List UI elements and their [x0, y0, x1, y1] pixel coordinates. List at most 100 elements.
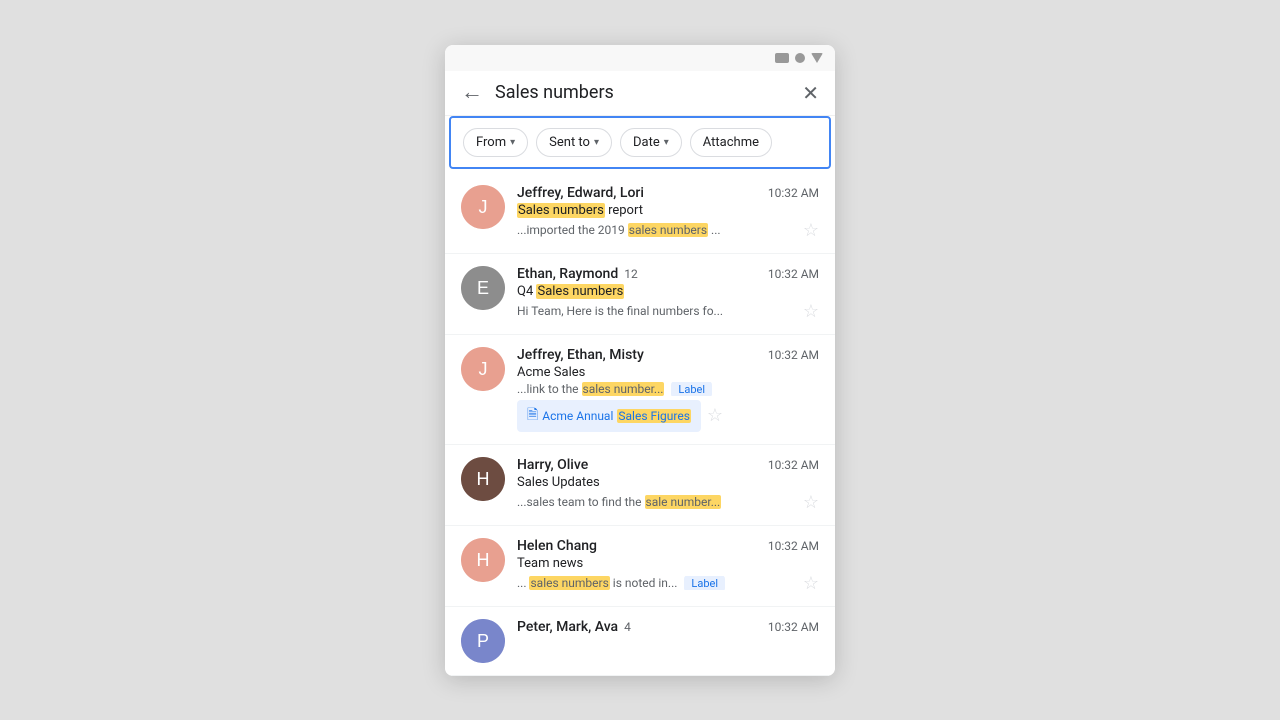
preview-text: ...link to the	[517, 382, 582, 396]
email-preview: ...link to the sales number... Label	[517, 382, 819, 396]
filter-sent-to-label: Sent to	[549, 135, 590, 150]
svg-text:E: E	[477, 278, 489, 298]
document-icon: 🗎	[527, 404, 538, 428]
email-header: Jeffrey, Ethan, Misty 10:32 AM	[517, 347, 819, 363]
email-content: Harry, Olive 10:32 AM Sales Updates ...s…	[517, 457, 819, 513]
sender-row: Jeffrey, Edward, Lori	[517, 185, 644, 201]
preview-text: ...imported the 2019	[517, 223, 628, 237]
email-preview-row: ...imported the 2019 sales numbers ... ☆	[517, 220, 819, 241]
email-content: Peter, Mark, Ava 4 10:32 AM	[517, 619, 819, 637]
status-icon-rect	[775, 53, 789, 63]
filter-bar: From ▾ Sent to ▾ Date ▾ Attachme	[449, 116, 831, 169]
email-actions: 🗎 Acme Annual Sales Figures ☆	[517, 400, 819, 432]
sender-name: Peter, Mark, Ava	[517, 619, 618, 635]
avatar: P	[461, 619, 505, 663]
email-preview-row: Hi Team, Here is the final numbers fo...…	[517, 301, 819, 322]
email-subject: Team news	[517, 556, 819, 571]
attachment-chip[interactable]: 🗎 Acme Annual Sales Figures	[517, 400, 701, 432]
sender-name: Ethan, Raymond	[517, 266, 618, 282]
svg-text:H: H	[477, 550, 490, 570]
sender-name: Harry, Olive	[517, 457, 588, 473]
svg-text:J: J	[479, 359, 488, 379]
email-time: 10:32 AM	[768, 539, 819, 553]
email-time: 10:32 AM	[768, 186, 819, 200]
back-button[interactable]: ←	[461, 82, 483, 104]
search-query: Sales numbers	[495, 82, 790, 103]
preview-rest: is noted in...	[613, 576, 678, 590]
star-button[interactable]: ☆	[707, 405, 723, 426]
preview-highlight: sales numbers	[529, 576, 609, 590]
email-content: Ethan, Raymond 12 10:32 AM Q4 Sales numb…	[517, 266, 819, 322]
email-subject: Q4 Sales numbers	[517, 284, 819, 299]
message-count: 12	[624, 267, 638, 281]
subject-highlight: Sales numbers	[517, 203, 605, 218]
sender-row: Peter, Mark, Ava 4	[517, 619, 631, 635]
email-time: 10:32 AM	[768, 620, 819, 634]
search-bar: ← Sales numbers ✕	[445, 71, 835, 116]
email-item[interactable]: P Peter, Mark, Ava 4 10:32 AM	[445, 607, 835, 676]
sender-name: Jeffrey, Edward, Lori	[517, 185, 644, 201]
preview-text: ...sales team to find the	[517, 495, 645, 509]
svg-text:J: J	[479, 197, 488, 217]
email-item[interactable]: E Ethan, Raymond 12 10:32 AM Q4 Sales nu…	[445, 254, 835, 335]
preview-highlight: sales numbers	[628, 223, 708, 237]
email-header: Helen Chang 10:32 AM	[517, 538, 819, 554]
email-content: Jeffrey, Ethan, Misty 10:32 AM Acme Sale…	[517, 347, 819, 432]
preview-text: Hi Team, Here is the final numbers fo...	[517, 304, 723, 318]
sender-row: Harry, Olive	[517, 457, 588, 473]
email-content: Jeffrey, Edward, Lori 10:32 AM Sales num…	[517, 185, 819, 241]
sender-row: Ethan, Raymond 12	[517, 266, 638, 282]
svg-text:H: H	[477, 469, 490, 489]
email-preview: ...sales team to find the sale number...	[517, 495, 721, 509]
message-count: 4	[624, 620, 631, 634]
preview-highlight: sales number...	[582, 382, 665, 396]
chevron-down-icon: ▾	[510, 137, 515, 148]
filter-date[interactable]: Date ▾	[620, 128, 682, 157]
filter-date-label: Date	[633, 135, 660, 150]
status-icon-circle	[795, 53, 805, 63]
sender-row: Jeffrey, Ethan, Misty	[517, 347, 644, 363]
star-button[interactable]: ☆	[803, 492, 819, 513]
subject-text: Sales Updates	[517, 475, 600, 490]
status-bar	[445, 45, 835, 71]
sender-row: Helen Chang	[517, 538, 597, 554]
clear-search-button[interactable]: ✕	[802, 81, 819, 105]
attachment-highlight: Sales Figures	[617, 409, 691, 423]
email-preview: ... sales numbers is noted in... Label	[517, 576, 725, 590]
preview-rest: ...	[711, 223, 721, 237]
filter-attachments[interactable]: Attachme	[690, 128, 772, 157]
email-item[interactable]: J Jeffrey, Ethan, Misty 10:32 AM Acme Sa…	[445, 335, 835, 445]
subject-text: Team news	[517, 556, 583, 571]
email-item[interactable]: J Jeffrey, Edward, Lori 10:32 AM Sales n…	[445, 173, 835, 254]
avatar: H	[461, 538, 505, 582]
email-time: 10:32 AM	[768, 458, 819, 472]
subject-highlight: Sales numbers	[536, 284, 624, 299]
sender-name: Helen Chang	[517, 538, 597, 554]
subject-text: Acme Sales	[517, 365, 585, 380]
svg-text:P: P	[477, 631, 489, 651]
email-header: Jeffrey, Edward, Lori 10:32 AM	[517, 185, 819, 201]
filter-from[interactable]: From ▾	[463, 128, 528, 157]
email-item[interactable]: H Helen Chang 10:32 AM Team news ... sal…	[445, 526, 835, 607]
star-button[interactable]: ☆	[803, 220, 819, 241]
avatar: E	[461, 266, 505, 310]
email-preview-row: ...sales team to find the sale number...…	[517, 492, 819, 513]
avatar: J	[461, 185, 505, 229]
phone-container: ← Sales numbers ✕ From ▾ Sent to ▾ Date …	[445, 45, 835, 676]
star-button[interactable]: ☆	[803, 301, 819, 322]
email-item[interactable]: H Harry, Olive 10:32 AM Sales Updates ..…	[445, 445, 835, 526]
chevron-down-icon: ▾	[594, 137, 599, 148]
email-time: 10:32 AM	[768, 348, 819, 362]
avatar: J	[461, 347, 505, 391]
label-chip: Label	[684, 576, 725, 590]
preview-highlight: sale number...	[645, 495, 722, 509]
preview-text: ...	[517, 576, 527, 590]
filter-sent-to[interactable]: Sent to ▾	[536, 128, 612, 157]
email-subject: Sales Updates	[517, 475, 819, 490]
email-preview: ...imported the 2019 sales numbers ...	[517, 223, 721, 237]
email-time: 10:32 AM	[768, 267, 819, 281]
email-header: Peter, Mark, Ava 4 10:32 AM	[517, 619, 819, 635]
star-button[interactable]: ☆	[803, 573, 819, 594]
email-subject: Sales numbers report	[517, 203, 819, 218]
filter-from-label: From	[476, 135, 506, 150]
